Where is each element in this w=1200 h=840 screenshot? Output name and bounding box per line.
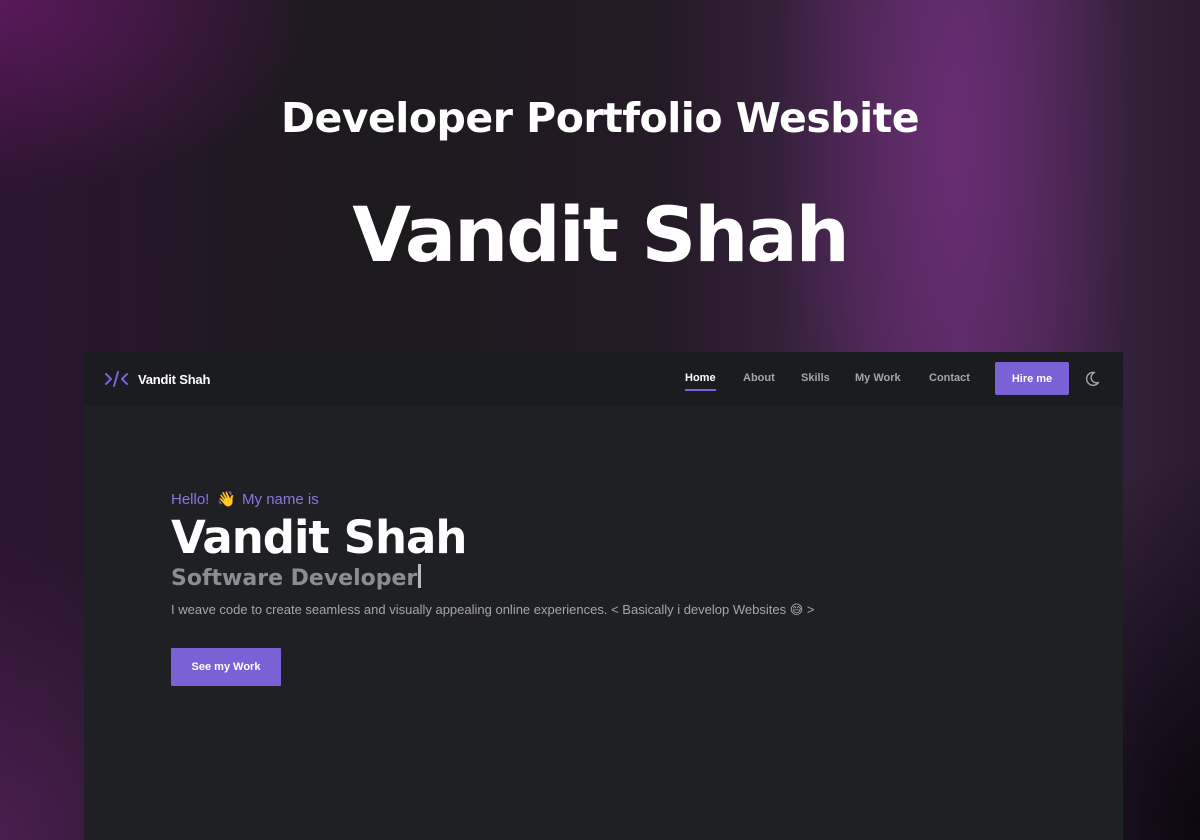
code-brackets-icon bbox=[105, 371, 128, 387]
moon-icon[interactable] bbox=[1083, 370, 1101, 388]
greeting-rest: My name is bbox=[242, 490, 319, 508]
hire-me-button[interactable]: Hire me bbox=[995, 362, 1069, 395]
greeting: Hello! 👋 My name is bbox=[171, 490, 814, 509]
waving-hand-icon: 👋 bbox=[217, 491, 237, 508]
banner-name: Vandit Shah bbox=[352, 190, 850, 279]
greeting-hello: Hello! bbox=[171, 490, 210, 508]
banner-title: Developer Portfolio Wesbite bbox=[280, 94, 920, 142]
brand[interactable]: Vandit Shah bbox=[104, 369, 210, 389]
role-line: Software Developer bbox=[171, 564, 814, 594]
nav-link-contact[interactable]: Contact bbox=[929, 372, 970, 384]
nav-link-about[interactable]: About bbox=[743, 372, 775, 384]
role-text: Software Developer bbox=[171, 566, 418, 591]
portfolio-screenshot: Vandit Shah Home About Skills My Work Co… bbox=[84, 352, 1123, 840]
nav-link-home[interactable]: Home bbox=[685, 372, 716, 391]
brand-name: Vandit Shah bbox=[138, 371, 211, 387]
see-my-work-button[interactable]: See my Work bbox=[171, 648, 281, 686]
hero-name: Vandit Shah bbox=[171, 511, 467, 564]
typing-cursor bbox=[418, 564, 422, 588]
nav-link-skills[interactable]: Skills bbox=[801, 372, 830, 384]
nav-link-my-work[interactable]: My Work bbox=[855, 372, 901, 384]
navbar: Vandit Shah Home About Skills My Work Co… bbox=[84, 352, 1123, 406]
intro-section: Hello! 👋 My name is Vandit Shah Software… bbox=[171, 490, 814, 618]
description: I weave code to create seamless and visu… bbox=[171, 602, 815, 617]
